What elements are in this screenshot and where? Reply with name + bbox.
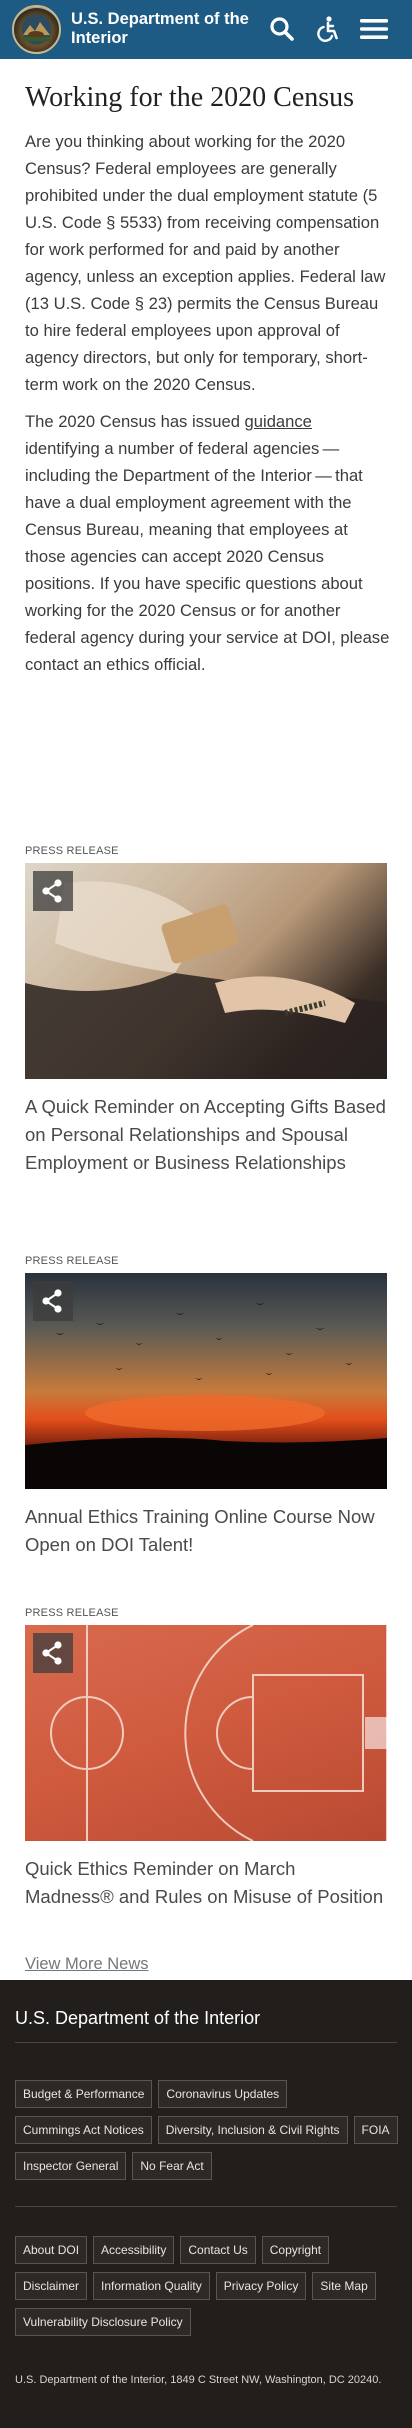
footer-link[interactable]: Cummings Act Notices <box>15 2116 152 2144</box>
article-paragraph: The 2020 Census has issued guidance iden… <box>25 408 390 678</box>
news-card: PRESS RELEASE Quick Ethics Reminder on M… <box>25 1605 387 1911</box>
footer-link[interactable]: Accessibility <box>93 2236 175 2264</box>
footer-links-primary: Budget & Performance Coronavirus Updates… <box>15 2080 400 2180</box>
page-title: Working for the 2020 Census <box>25 82 355 113</box>
share-button[interactable] <box>33 871 73 911</box>
news-image[interactable] <box>25 1625 387 1841</box>
site-header: U.S. Department of the Interior <box>0 0 412 59</box>
search-icon[interactable] <box>267 14 297 44</box>
footer-links-secondary: About DOI Accessibility Contact Us Copyr… <box>15 2236 400 2336</box>
paragraph-text: identifying a number of federal agencies… <box>25 439 390 674</box>
article-paragraph: Are you thinking about working for the 2… <box>25 132 386 394</box>
news-title-link[interactable]: Quick Ethics Reminder on March Madness® … <box>25 1855 387 1911</box>
doi-seal-logo[interactable] <box>12 5 61 54</box>
accessibility-icon[interactable] <box>312 14 342 44</box>
share-button[interactable] <box>33 1633 73 1673</box>
footer-link[interactable]: No Fear Act <box>132 2152 212 2180</box>
news-image[interactable] <box>25 1273 387 1489</box>
share-icon <box>42 879 62 903</box>
footer-link[interactable]: Contact Us <box>180 2236 256 2264</box>
news-kicker: PRESS RELEASE <box>25 1607 119 1619</box>
news-kicker: PRESS RELEASE <box>25 1255 119 1267</box>
paragraph-text: The 2020 Census has issued <box>25 412 245 431</box>
share-button[interactable] <box>33 1281 73 1321</box>
footer-link[interactable]: Vulnerability Disclosure Policy <box>15 2308 191 2336</box>
footer-address: U.S. Department of the Interior, 1849 C … <box>15 2374 382 2386</box>
guidance-link[interactable]: guidance <box>245 412 312 431</box>
footer-link[interactable]: Information Quality <box>93 2272 210 2300</box>
footer-link[interactable]: Copyright <box>261 2236 330 2264</box>
news-title-link[interactable]: Annual Ethics Training Online Course Now… <box>25 1503 387 1559</box>
footer-link[interactable]: Diversity, Inclusion & Civil Rights <box>157 2116 348 2144</box>
footer-divider <box>15 2042 397 2043</box>
site-footer: U.S. Department of the Interior Budget &… <box>0 1980 412 2428</box>
news-title-link[interactable]: A Quick Reminder on Accepting Gifts Base… <box>25 1093 387 1177</box>
news-card: PRESS RELEASE Annual Ethics Training Onl… <box>25 1253 387 1559</box>
share-icon <box>42 1289 62 1313</box>
footer-link[interactable]: FOIA <box>353 2116 398 2144</box>
footer-link[interactable]: Privacy Policy <box>215 2272 307 2300</box>
news-card: PRESS RELEASE A Quick Reminder on Accept… <box>25 843 387 1177</box>
footer-link[interactable]: Disclaimer <box>15 2272 88 2300</box>
share-icon <box>42 1641 62 1665</box>
footer-link[interactable]: Budget & Performance <box>15 2080 153 2108</box>
site-title[interactable]: U.S. Department of the Interior <box>71 10 261 48</box>
footer-link[interactable]: Coronavirus Updates <box>158 2080 288 2108</box>
footer-divider <box>15 2206 397 2207</box>
menu-icon[interactable] <box>357 14 391 44</box>
footer-link[interactable]: Site Map <box>312 2272 376 2300</box>
news-kicker: PRESS RELEASE <box>25 845 119 857</box>
footer-link[interactable]: About DOI <box>15 2236 88 2264</box>
article: Working for the 2020 Census Are you thin… <box>25 80 390 688</box>
news-image[interactable] <box>25 863 387 1079</box>
footer-link[interactable]: Inspector General <box>15 2152 127 2180</box>
footer-title: U.S. Department of the Interior <box>15 2008 261 2028</box>
view-more-news-link[interactable]: View More News <box>25 1955 148 1974</box>
